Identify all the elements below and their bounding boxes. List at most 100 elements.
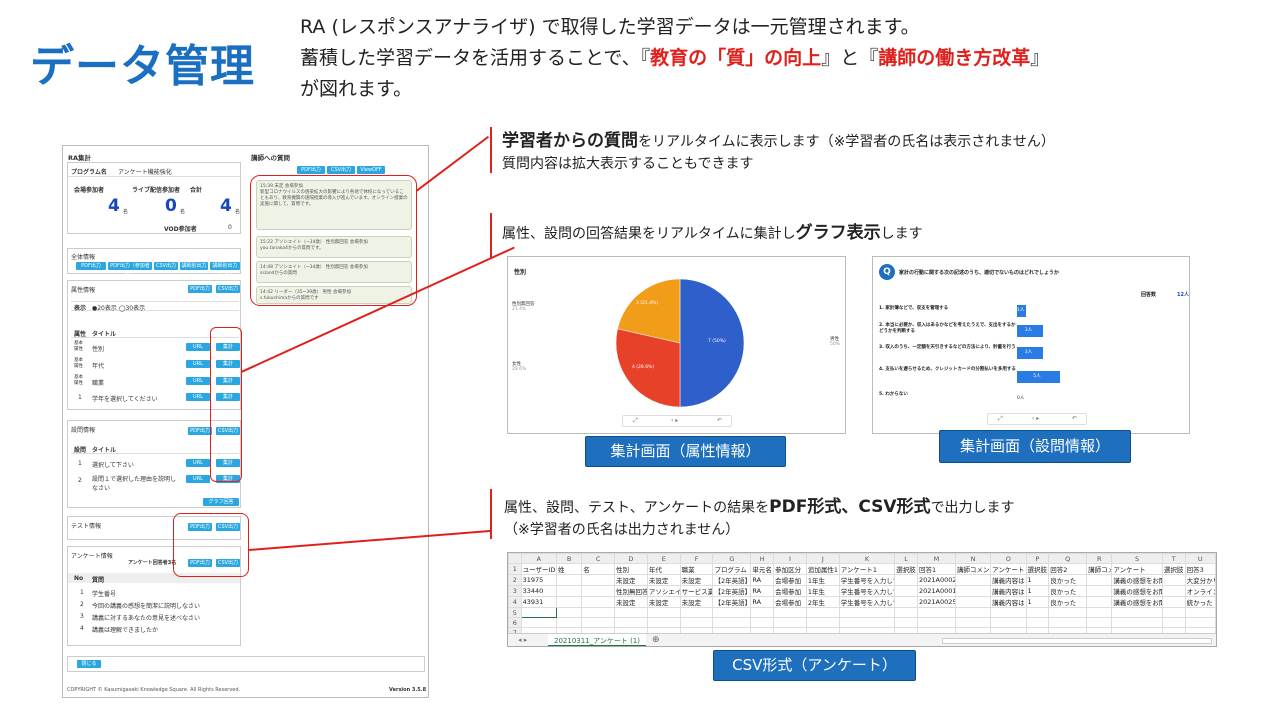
sheet-cell[interactable]: 講義の感想をお聞かせください	[1111, 596, 1163, 608]
sheet-cell[interactable]	[1184, 607, 1216, 618]
sheet-cell[interactable]	[894, 617, 918, 628]
sheet-cell[interactable]	[581, 585, 616, 597]
sheet-cell[interactable]: 学生番号を入力してください	[838, 574, 896, 586]
sheet-cell[interactable]: 講師コメント	[954, 563, 992, 575]
sheet-cell[interactable]: 1年生	[805, 585, 840, 597]
sheet-cell[interactable]	[555, 596, 583, 608]
sheet-cell[interactable]	[581, 617, 616, 628]
sheet-cell[interactable]: アソシエイト	[646, 585, 681, 597]
sheet-cell[interactable]	[555, 574, 583, 586]
sheet-col-letter[interactable]: T	[1161, 553, 1186, 564]
sheet-cell[interactable]: 講義の感想をお聞かせください	[1111, 574, 1163, 586]
sheet-cell[interactable]	[1086, 617, 1113, 628]
sheet-cell[interactable]: 講師コメント	[1086, 563, 1113, 575]
sheet-cell[interactable]: 性別無回答	[614, 585, 648, 597]
attr-url-button[interactable]: URL	[186, 393, 210, 401]
sheet-cell[interactable]	[894, 607, 918, 618]
questions-csv-button[interactable]: CSV出力	[327, 166, 355, 174]
sheet-cell[interactable]: 職業	[679, 563, 714, 575]
overall-csv-button[interactable]: CSV出力	[154, 262, 178, 270]
sheet-cell[interactable]	[1111, 607, 1163, 618]
questions-viewoff-button[interactable]: ViewOFF	[357, 166, 385, 174]
sheet-cell[interactable]	[712, 617, 752, 628]
sheet-cell[interactable]: RA	[750, 574, 775, 586]
sheet-cell[interactable]: 会場参加	[773, 574, 807, 586]
sheet-cell[interactable]: 未設定	[679, 574, 714, 586]
sheet-cell[interactable]: 【2年英語】	[712, 596, 752, 608]
questions-pdf-button[interactable]: PDF出力	[297, 166, 325, 174]
question-url-button[interactable]: URL	[186, 475, 210, 483]
sheet-cell[interactable]: 良かった	[1048, 585, 1088, 597]
sheet-cell[interactable]: 1	[1025, 585, 1050, 597]
sheet-cell[interactable]	[646, 617, 681, 628]
sheet-cell[interactable]	[1184, 617, 1216, 628]
sheet-cell[interactable]	[646, 607, 681, 618]
undo-icon[interactable]: ↶	[717, 417, 722, 424]
sheet-cell[interactable]: アンケート	[1111, 563, 1163, 575]
sheet-cell[interactable]: RA	[750, 585, 775, 597]
sheet-cell[interactable]	[1161, 585, 1186, 597]
attr-url-button[interactable]: URL	[186, 343, 210, 351]
sheet-cell[interactable]: 2021A0025	[916, 596, 956, 608]
sheet-cell[interactable]	[712, 607, 752, 618]
sheet-col-letter[interactable]: N	[954, 553, 992, 564]
sheet-col-letter[interactable]: G	[712, 553, 752, 564]
sheet-cell[interactable]: 講義の感想をお聞かせください	[1111, 585, 1163, 597]
sheet-cell[interactable]	[1161, 574, 1186, 586]
pie-controls[interactable]: ⤢ ‹ ▸ ↶	[622, 415, 732, 427]
sheet-col-letter[interactable]: A	[520, 553, 557, 564]
sheet-cell[interactable]: 統かった	[1184, 596, 1216, 608]
sheet-cell[interactable]	[1025, 607, 1050, 618]
sheet-col-letter[interactable]: S	[1111, 553, 1163, 564]
sheet-cell[interactable]: 1	[1025, 596, 1050, 608]
sheet-cell[interactable]: 選択肢	[1025, 563, 1050, 575]
sheet-cell[interactable]	[555, 585, 583, 597]
sheet-cell[interactable]	[750, 607, 775, 618]
sheet-cell[interactable]: 学生番号を入力してください	[838, 596, 896, 608]
question-url-button[interactable]: URL	[186, 459, 210, 467]
sheet-cell[interactable]: 43931	[520, 596, 557, 608]
sheet-cell[interactable]: 未設定	[679, 596, 714, 608]
bar-controls[interactable]: ⤢ ‹ ▸ ↶	[987, 413, 1087, 425]
sheet-cell[interactable]: 単元名	[750, 563, 775, 575]
sheet-cell[interactable]: 1	[508, 563, 522, 575]
sheet-cell[interactable]: 未設定	[646, 596, 681, 608]
sheet-cell[interactable]: 6	[508, 617, 522, 628]
sheet-cell[interactable]	[838, 617, 896, 628]
sheet-col-letter[interactable]: E	[646, 553, 681, 564]
sheet-col-letter[interactable]: J	[805, 553, 840, 564]
attr-pdf-button[interactable]: PDF出力	[188, 285, 212, 293]
sheet-cell[interactable]: オンライン	[1184, 585, 1216, 597]
sheet-cell[interactable]	[750, 617, 775, 628]
sheet-cell[interactable]: 講義内容は	[990, 574, 1027, 586]
sheet-cell[interactable]: 講義内容は	[990, 585, 1027, 597]
sheet-cell[interactable]	[773, 607, 807, 618]
sheet-cell[interactable]: 回答3	[1184, 563, 1216, 575]
sheet-cell[interactable]: 回答1	[916, 563, 956, 575]
sheet-col-letter[interactable]: R	[1086, 553, 1113, 564]
sheet-cell[interactable]: 追加属性1	[805, 563, 840, 575]
sheet-cell[interactable]	[1048, 617, 1088, 628]
sheet-cell[interactable]	[1161, 617, 1186, 628]
sheet-cell[interactable]	[581, 607, 616, 618]
overall-lecturer-csv-button[interactable]: 講師別出力(CSV)	[210, 262, 240, 277]
sheet-cell[interactable]	[954, 596, 992, 608]
sheet-tab[interactable]: 20210311_アンケート (1)	[548, 634, 646, 646]
sheet-cell[interactable]: 【2年英語】	[712, 585, 752, 597]
graph-answer-button[interactable]: グラフ回答	[203, 498, 239, 506]
sheet-cell[interactable]	[679, 607, 714, 618]
sheet-cell[interactable]	[614, 607, 648, 618]
sheet-cell[interactable]: 大変分かり	[1184, 574, 1216, 586]
sheet-cell[interactable]	[894, 585, 918, 597]
sheet-cell[interactable]	[954, 574, 992, 586]
sheet-cell[interactable]: 選択肢	[894, 563, 918, 575]
sheet-cell[interactable]	[894, 574, 918, 586]
attr-url-button[interactable]: URL	[186, 377, 210, 385]
sheet-cell[interactable]	[805, 617, 840, 628]
sheet-cell[interactable]: 未設定	[614, 574, 648, 586]
sheet-cell[interactable]	[555, 607, 583, 618]
sheet-cell[interactable]: 1年生	[805, 574, 840, 586]
sheet-cell[interactable]: 名	[581, 563, 616, 575]
sheet-col-letter[interactable]: D	[614, 553, 648, 564]
sheet-cell[interactable]: 【2年英語】	[712, 574, 752, 586]
